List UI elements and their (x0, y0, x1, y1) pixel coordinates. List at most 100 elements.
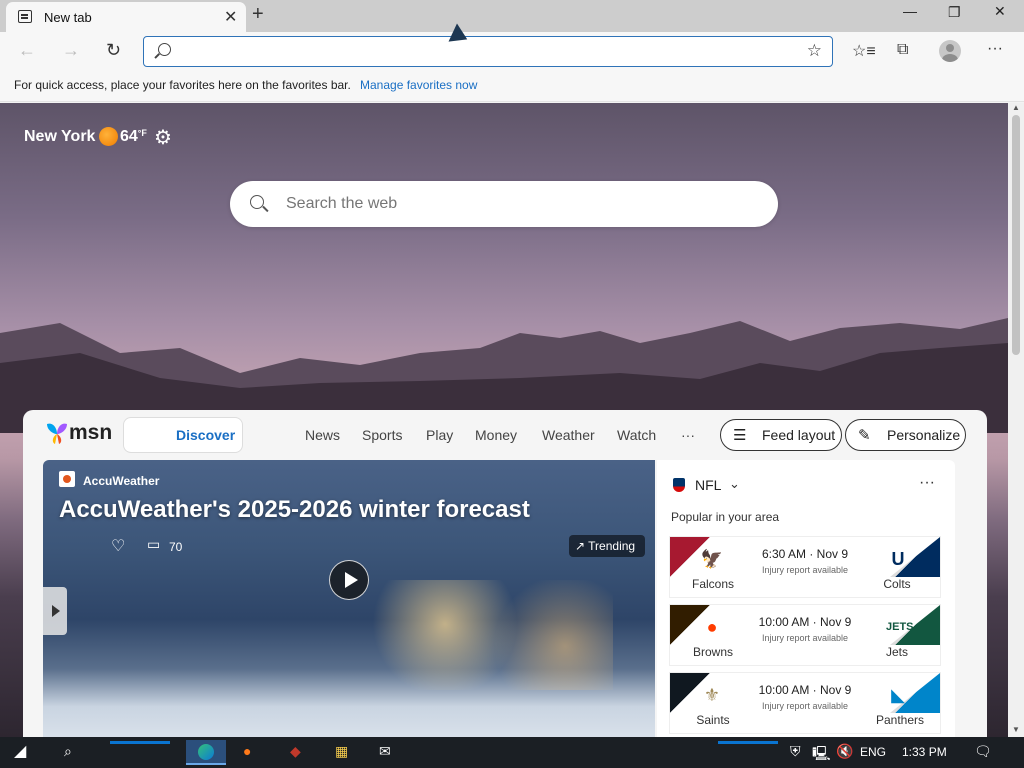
favorites-bar-message: For quick access, place your favorites h… (14, 78, 351, 92)
popular-in-area-label: Popular in your area (671, 510, 780, 524)
weather-location: New York (24, 128, 96, 145)
nav-news[interactable]: News (305, 427, 340, 443)
new-tab-page-icon (18, 10, 32, 23)
tab-strip: New tab ✕ + — ❐ ✕ (0, 0, 1024, 32)
scroll-up-arrow-icon[interactable]: ▲ (1012, 103, 1020, 112)
home-team-name: Browns (692, 645, 733, 659)
hero-source: AccuWeather (83, 474, 160, 488)
msn-feed-card: msn Discover News Sports Play Money Weat… (23, 410, 987, 737)
scroll-down-arrow-icon[interactable]: ▼ (1012, 725, 1020, 734)
favorites-button[interactable]: ☆≡ (852, 41, 876, 61)
page-settings-gear-icon[interactable]: ⚙ (154, 125, 172, 150)
firefox-taskbar-icon[interactable]: ● (243, 743, 251, 759)
taskbar-search-icon[interactable]: ⌕ (64, 743, 72, 760)
restore-button[interactable]: ❐ (948, 4, 961, 21)
nav-weather[interactable]: Weather (542, 427, 595, 443)
sliders-icon: ☰ (733, 427, 747, 444)
away-team-name: Jets (885, 645, 908, 659)
festive-lights (373, 580, 613, 690)
dislike-icon[interactable]: ♡ (111, 536, 125, 556)
discover-tab[interactable]: Discover (123, 417, 243, 453)
notifications-icon[interactable]: 🗨 (974, 743, 992, 760)
manage-favorites-link[interactable]: Manage favorites now (360, 78, 477, 92)
comment-count: 70 (169, 540, 183, 554)
add-favorite-star-icon[interactable]: ☆ (807, 41, 822, 61)
network-icon[interactable]: 🖳 (812, 743, 831, 767)
forward-button[interactable]: → (62, 40, 80, 61)
new-tab-page: New York 64°F ⚙ Search the web msn Disco… (0, 103, 1008, 737)
settings-more-button[interactable]: ··· (987, 40, 1003, 58)
collections-button[interactable]: ⧉ (897, 41, 908, 59)
pencil-star-icon: ✎ (858, 427, 871, 444)
address-bar[interactable]: ☆ (143, 36, 833, 67)
away-team-name: Colts (883, 577, 911, 591)
volume-muted-icon[interactable]: 🔇 (836, 743, 853, 760)
window-close-button[interactable]: ✕ (994, 3, 1006, 20)
nfl-shield-icon (673, 478, 685, 492)
panthers-logo-icon: ◣ (891, 685, 905, 705)
home-team-name: Saints (696, 713, 730, 727)
web-search-input[interactable]: Search the web (286, 195, 397, 213)
favorites-bar: For quick access, place your favorites h… (0, 72, 1024, 102)
tab-new-tab[interactable]: New tab ✕ (6, 2, 246, 32)
feed-layout-label: Feed layout (762, 427, 836, 443)
start-button-icon[interactable]: ◢ (14, 741, 26, 761)
game-row-browns-jets[interactable]: ● JETS 10:00 AM · Nov 9 Injury report av… (670, 605, 940, 665)
input-language[interactable]: ENG (860, 745, 886, 759)
game-row-saints-panthers[interactable]: ⚜ ◣ 10:00 AM · Nov 9 Injury report avail… (670, 673, 940, 733)
personalize-label: Personalize (887, 427, 961, 443)
minimize-button[interactable]: — (903, 3, 917, 19)
home-team-name: Falcons (692, 577, 735, 591)
sunny-icon (99, 127, 118, 146)
msn-butterfly-icon (47, 423, 67, 444)
edge-taskbar-icon[interactable] (186, 740, 226, 765)
play-video-button[interactable] (329, 560, 369, 600)
tab-title: New tab (44, 10, 92, 25)
game-row-falcons-colts[interactable]: 🦅 U 6:30 AM · Nov 9 Injury report availa… (670, 537, 940, 597)
personalize-button[interactable]: ✎ Personalize (845, 419, 966, 451)
nav-sports[interactable]: Sports (362, 427, 402, 443)
search-icon (158, 43, 171, 56)
msn-wordmark: msn (69, 421, 113, 444)
app-taskbar-icon[interactable]: ◆ (290, 743, 301, 760)
tab-close-button[interactable]: ✕ (224, 7, 237, 27)
store-taskbar-icon[interactable]: ▦ (335, 743, 348, 760)
nfl-title[interactable]: NFL (695, 477, 721, 493)
nfl-card: NFL ⌄ ··· Popular in your area 🦅 U 6:30 … (657, 460, 955, 737)
hero-headline[interactable]: AccuWeather's 2025-2026 winter forecast (59, 496, 530, 524)
page-scrollbar[interactable]: ▲ ▼ (1008, 103, 1024, 737)
taskbar-clock[interactable]: 1:33 PM (902, 745, 947, 759)
nav-more-button[interactable]: ··· (681, 427, 695, 443)
nav-play[interactable]: Play (426, 427, 453, 443)
game-time: 10:00 AM · Nov 9 (758, 615, 852, 629)
chevron-down-icon[interactable]: ⌄ (729, 476, 740, 492)
back-button[interactable]: ← (18, 40, 36, 61)
new-tab-button[interactable]: + (252, 3, 264, 26)
game-time: 10:00 AM · Nov 9 (758, 683, 852, 697)
mail-taskbar-icon[interactable]: ✉ (379, 743, 391, 760)
feed-layout-button[interactable]: ☰ Feed layout (720, 419, 842, 451)
navigation-toolbar: ← → ↻ ☆ ☆≡ ⧉ ··· (0, 32, 1024, 72)
accuweather-logo-icon (59, 471, 75, 487)
nfl-more-button[interactable]: ··· (919, 474, 935, 492)
discover-label: Discover (176, 427, 236, 443)
search-icon (250, 195, 264, 209)
away-team-name: Panthers (876, 713, 925, 727)
nav-money[interactable]: Money (475, 427, 517, 443)
jets-logo-icon: JETS (886, 621, 914, 633)
browns-helmet-icon: ● (706, 617, 718, 637)
web-search-box[interactable]: Search the web (230, 181, 778, 227)
injury-report-status: Injury report available (761, 565, 849, 575)
scrollbar-thumb[interactable] (1012, 115, 1020, 355)
hero-news-card[interactable]: AccuWeather AccuWeather's 2025-2026 wint… (43, 460, 655, 737)
nav-watch[interactable]: Watch (617, 427, 656, 443)
carousel-previous-button[interactable] (43, 587, 67, 635)
comment-icon[interactable]: ▭ (147, 536, 160, 553)
injury-report-status: Injury report available (761, 633, 849, 643)
taskbar-decoration (718, 741, 778, 744)
reload-button[interactable]: ↻ (106, 40, 121, 61)
defender-shield-icon[interactable]: ⛨ (790, 743, 801, 760)
profile-avatar[interactable] (939, 40, 961, 62)
msn-logo[interactable]: msn (45, 420, 115, 448)
colts-horseshoe-icon: U (891, 549, 905, 569)
